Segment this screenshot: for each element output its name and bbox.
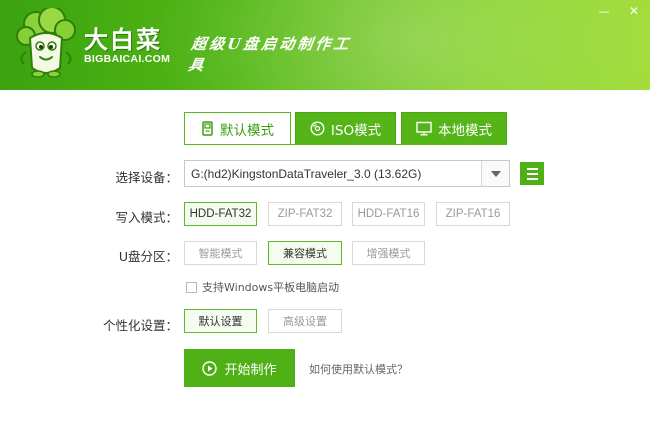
- partition-label: U盘分区：: [118, 249, 178, 264]
- dropdown-arrow[interactable]: [481, 161, 509, 186]
- write-mode-hdd-fat32[interactable]: HDD-FAT32: [184, 202, 257, 226]
- monitor-icon: [416, 121, 432, 136]
- chevron-down-icon: [490, 170, 501, 177]
- device-value: G:(hd2)KingstonDataTraveler_3.0 (13.62G): [191, 166, 422, 181]
- write-mode-zip-fat16[interactable]: ZIP-FAT16: [436, 202, 510, 226]
- close-button[interactable]: ✕: [622, 0, 646, 22]
- tab-local-mode[interactable]: 本地模式: [401, 112, 507, 145]
- hamburger-icon: [526, 167, 538, 170]
- usb-drive-icon: [202, 121, 213, 136]
- tab-default-mode[interactable]: 默认模式: [184, 112, 291, 145]
- hamburger-line: [526, 177, 538, 180]
- partition-compatible-mode[interactable]: 兼容模式: [268, 241, 342, 265]
- device-select[interactable]: G:(hd2)KingstonDataTraveler_3.0 (13.62G): [184, 160, 510, 187]
- slogan: 超级U盘启动制作工具: [187, 35, 353, 74]
- tab-divider: [184, 144, 507, 145]
- partition-enhanced-mode[interactable]: 增强模式: [352, 241, 425, 265]
- tab-label: 本地模式: [438, 122, 492, 139]
- app-header: 大白菜 BIGBAICAI.COM 超级U盘启动制作工具 — ✕: [0, 0, 650, 90]
- partition-smart-mode[interactable]: 智能模式: [184, 241, 257, 265]
- write-mode-zip-fat32[interactable]: ZIP-FAT32: [268, 202, 342, 226]
- tab-label: 默认模式: [220, 122, 274, 139]
- play-icon: [202, 360, 218, 376]
- disc-icon: [310, 121, 325, 136]
- device-label: 选择设备：: [115, 170, 178, 185]
- windows-tablet-option[interactable]: 支持Windows平板电脑启动: [186, 279, 339, 295]
- tab-iso-mode[interactable]: ISO模式: [295, 112, 396, 145]
- personalize-advanced[interactable]: 高级设置: [268, 309, 342, 333]
- personalize-default[interactable]: 默认设置: [184, 309, 257, 333]
- start-button-label: 开始制作: [224, 362, 277, 378]
- help-link[interactable]: 如何使用默认模式？: [309, 361, 408, 377]
- brand-domain: BIGBAICAI.COM: [84, 53, 171, 65]
- windows-tablet-label: 支持Windows平板电脑启动: [202, 281, 340, 294]
- write-mode-hdd-fat16[interactable]: HDD-FAT16: [352, 202, 425, 226]
- device-menu-button[interactable]: [520, 162, 544, 185]
- start-button[interactable]: 开始制作: [184, 349, 295, 387]
- windows-tablet-checkbox[interactable]: [186, 281, 197, 293]
- write-mode-label: 写入模式：: [115, 210, 178, 225]
- tab-label: ISO模式: [330, 122, 382, 139]
- personalize-label: 个性化设置：: [102, 318, 178, 333]
- minimize-button[interactable]: —: [592, 0, 616, 22]
- cabbage-mascot-icon: [16, 8, 76, 78]
- hamburger-line: [526, 172, 538, 175]
- brand-name: 大白菜: [84, 26, 162, 54]
